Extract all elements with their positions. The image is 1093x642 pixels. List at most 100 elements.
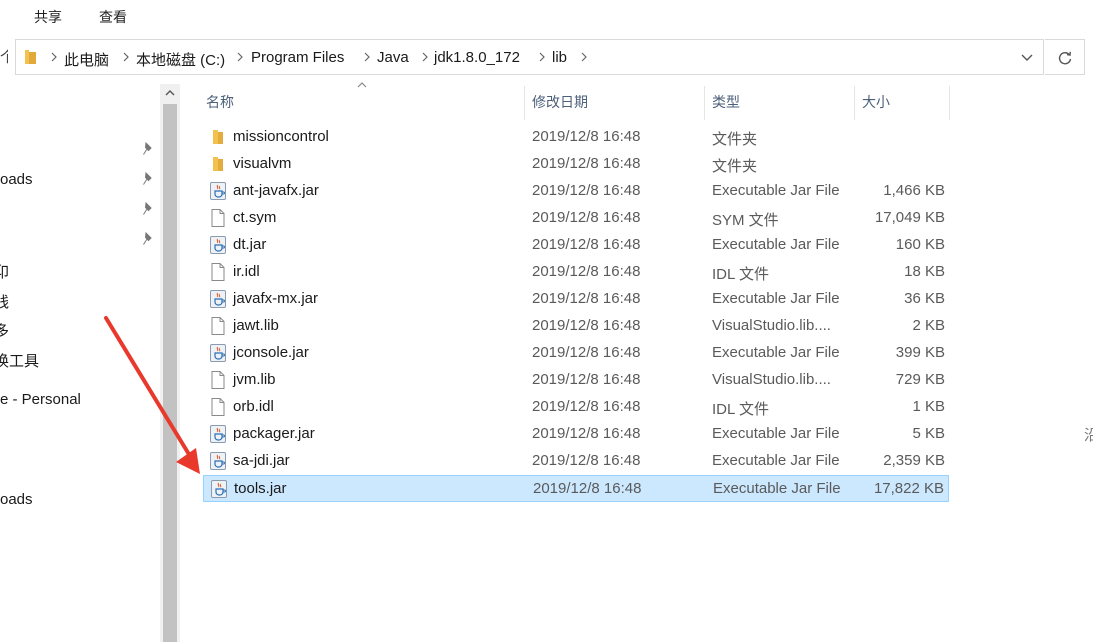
file-type: Executable Jar File xyxy=(712,290,840,307)
edge-text: 沿 xyxy=(1084,427,1093,444)
file-row[interactable]: jvm.lib 2019/12/8 16:48 VisualStudio.lib..… xyxy=(203,367,949,394)
scroll-thumb[interactable] xyxy=(163,104,177,642)
file-row[interactable]: visualvm 2019/12/8 16:48 文件夹 xyxy=(203,151,949,178)
generic-file-icon xyxy=(211,263,225,281)
generic-file-icon xyxy=(211,317,225,335)
nav-item-truncated[interactable]: 线 xyxy=(0,291,9,312)
folder-icon xyxy=(213,157,223,171)
file-row[interactable]: ir.idl 2019/12/8 16:48 IDL 文件 18 KB xyxy=(203,259,949,286)
pin-icon[interactable] xyxy=(142,142,154,156)
file-name: ir.idl xyxy=(233,263,260,280)
file-date: 2019/12/8 16:48 xyxy=(532,344,641,361)
file-type: IDL 文件 xyxy=(712,401,769,418)
file-name: missioncontrol xyxy=(233,128,329,145)
nav-item-onedrive-personal[interactable]: e - Personal xyxy=(0,391,81,408)
file-date: 2019/12/8 16:48 xyxy=(532,155,641,172)
tab-view[interactable]: 查看 xyxy=(99,7,127,27)
address-row: 个 此电脑 本地磁盘 (C:) Program Files Java jdk1.… xyxy=(0,34,1093,80)
jar-file-icon xyxy=(210,290,226,308)
file-size: 18 KB xyxy=(904,263,945,280)
up-arrow-icon[interactable]: 个 xyxy=(0,46,8,67)
file-name: packager.jar xyxy=(233,425,315,442)
address-bar[interactable]: 此电脑 本地磁盘 (C:) Program Files Java jdk1.8.… xyxy=(15,39,1044,75)
file-name: jawt.lib xyxy=(233,317,279,334)
column-header-label: 名称 xyxy=(206,94,234,110)
nav-item-tools[interactable]: 换工具 xyxy=(0,350,39,371)
file-row[interactable]: ct.sym 2019/12/8 16:48 SYM 文件 17,049 KB xyxy=(203,205,949,232)
chevron-right-icon[interactable] xyxy=(120,51,132,63)
nav-item-truncated[interactable]: 多 xyxy=(0,320,9,341)
chevron-right-icon[interactable] xyxy=(361,51,373,63)
generic-file-icon xyxy=(211,371,225,389)
file-date: 2019/12/8 16:48 xyxy=(532,128,641,145)
crumb-java[interactable]: Java xyxy=(377,49,409,66)
file-size: 399 KB xyxy=(895,344,945,361)
file-date: 2019/12/8 16:48 xyxy=(532,317,641,334)
file-name: dt.jar xyxy=(233,236,267,253)
file-row[interactable]: dt.jar 2019/12/8 16:48 Executable Jar File… xyxy=(203,232,949,259)
file-row[interactable]: ant-javafx.jar 2019/12/8 16:48 Executable … xyxy=(203,178,949,205)
file-date: 2019/12/8 16:48 xyxy=(532,263,641,280)
tab-share[interactable]: 共享 xyxy=(34,7,62,27)
pin-icon[interactable] xyxy=(142,172,154,186)
chevron-down-icon[interactable] xyxy=(1016,49,1038,67)
file-type: VisualStudio.lib.... xyxy=(712,317,831,334)
file-size: 2 KB xyxy=(912,317,945,334)
file-row-selected[interactable]: tools.jar 2019/12/8 16:48 Executable Jar F… xyxy=(203,475,949,502)
file-date: 2019/12/8 16:48 xyxy=(532,452,641,469)
file-name: ct.sym xyxy=(233,209,277,226)
jar-file-icon xyxy=(210,425,226,443)
file-size: 1,466 KB xyxy=(883,182,945,199)
column-header-date[interactable]: 修改日期 xyxy=(525,84,704,118)
nav-item-downloads[interactable]: oads xyxy=(0,171,33,188)
column-header-label: 类型 xyxy=(712,94,740,110)
file-date: 2019/12/8 16:48 xyxy=(532,209,641,226)
column-header-type[interactable]: 类型 xyxy=(705,84,854,118)
nav-scrollbar[interactable] xyxy=(160,84,180,642)
pin-icon[interactable] xyxy=(142,202,154,216)
crumb-local-disk[interactable]: 本地磁盘 (C:) xyxy=(136,49,225,70)
file-name: jvm.lib xyxy=(233,371,276,388)
jar-file-icon xyxy=(210,452,226,470)
jar-file-icon xyxy=(210,182,226,200)
file-row[interactable]: orb.idl 2019/12/8 16:48 IDL 文件 1 KB xyxy=(203,394,949,421)
file-date: 2019/12/8 16:48 xyxy=(532,290,641,307)
file-row[interactable]: javafx-mx.jar 2019/12/8 16:48 Executable J… xyxy=(203,286,949,313)
nav-item-downloads[interactable]: oads xyxy=(0,491,33,508)
file-name: tools.jar xyxy=(234,480,287,497)
generic-file-icon xyxy=(211,209,225,227)
file-name: visualvm xyxy=(233,155,292,172)
folder-icon xyxy=(25,50,36,64)
file-type: 文件夹 xyxy=(712,131,758,148)
file-row[interactable]: packager.jar 2019/12/8 16:48 Executable Ja… xyxy=(203,421,949,448)
file-date: 2019/12/8 16:48 xyxy=(532,236,641,253)
file-type: SYM 文件 xyxy=(712,212,779,229)
file-size: 36 KB xyxy=(904,290,945,307)
column-header-name[interactable]: 名称 xyxy=(203,84,524,118)
crumb-program-files[interactable]: Program Files xyxy=(251,49,344,66)
file-row[interactable]: sa-jdi.jar 2019/12/8 16:48 Executable Jar … xyxy=(203,448,949,475)
chevron-right-icon[interactable] xyxy=(419,51,431,63)
file-row[interactable]: jawt.lib 2019/12/8 16:48 VisualStudio.lib.… xyxy=(203,313,949,340)
pin-icon[interactable] xyxy=(142,232,154,246)
file-size: 17,822 KB xyxy=(873,480,944,497)
column-divider[interactable] xyxy=(949,86,950,120)
file-date: 2019/12/8 16:48 xyxy=(532,425,641,442)
chevron-right-icon[interactable] xyxy=(234,51,246,63)
navigation-pane: oads 卬 线 多 换工具 e - Personal oads xyxy=(0,80,160,642)
column-header-size[interactable]: 大小 xyxy=(855,84,949,118)
chevron-right-icon[interactable] xyxy=(536,51,548,63)
nav-item-truncated[interactable]: 卬 xyxy=(0,261,9,282)
file-type: Executable Jar File xyxy=(713,480,841,497)
crumb-this-pc[interactable]: 此电脑 xyxy=(64,49,109,70)
column-header-label: 修改日期 xyxy=(532,94,588,110)
refresh-button[interactable] xyxy=(1045,39,1085,75)
crumb-jdk[interactable]: jdk1.8.0_172 xyxy=(434,49,520,66)
file-row[interactable]: missioncontrol 2019/12/8 16:48 文件夹 xyxy=(203,124,949,151)
file-type: VisualStudio.lib.... xyxy=(712,371,831,388)
chevron-right-icon[interactable] xyxy=(578,51,590,63)
chevron-right-icon[interactable] xyxy=(48,51,60,63)
crumb-lib[interactable]: lib xyxy=(552,49,567,66)
scroll-up-icon[interactable] xyxy=(164,88,176,98)
file-row[interactable]: jconsole.jar 2019/12/8 16:48 Executable Ja… xyxy=(203,340,949,367)
